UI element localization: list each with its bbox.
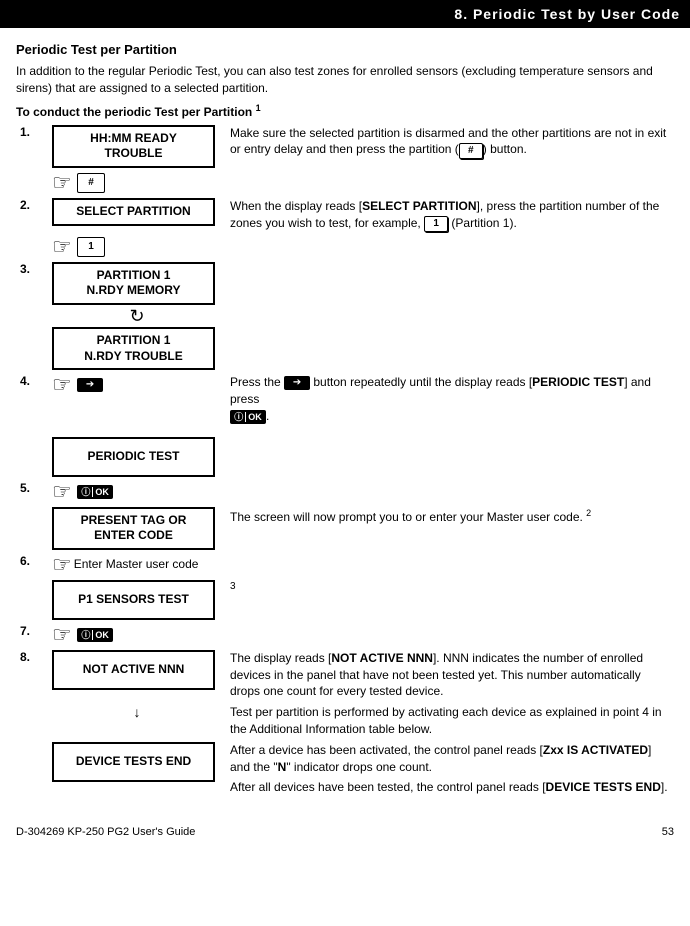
step-5b-display: PRESENT TAG ORENTER CODE [52,507,215,550]
ok-key-inline-icon: ⓘOK [230,410,266,424]
page-body: Periodic Test per Partition In addition … [0,28,690,804]
hash-key-icon: # [77,173,105,193]
ok-key-icon: ⓘOK [77,628,113,642]
step-5b-desc: The screen will now prompt you to or ent… [226,505,674,552]
step-7-number: 7. [16,622,48,648]
step-6-display-row: P1 SENSORS TEST 3 [16,578,674,622]
step-4-row: 4. ☞ ➔ Press the ➔ button repeatedly unt… [16,372,674,426]
step-7-row: 7. ☞ ⓘOK [16,622,674,648]
step-3-row: 3. PARTITION 1N.RDY MEMORY ↻ PARTITION 1… [16,260,674,372]
hand-pointer-icon: ☞ [52,554,72,576]
section-title: Periodic Test per Partition [16,42,674,57]
down-arrow-icon: ↓ [48,702,226,740]
step-2-action-row: ☞ 1 [16,234,674,260]
procedure-title-sup: 1 [256,103,261,113]
procedure-title-text: To conduct the periodic Test per Partiti… [16,105,252,119]
one-key-icon: 1 [77,237,105,257]
procedure-title: To conduct the periodic Test per Partiti… [16,103,674,119]
hand-pointer-icon: ☞ [52,236,72,258]
step-4-display-row: PERIODIC TEST [16,427,674,479]
step-8-number: 8. [16,648,48,702]
hand-pointer-icon: ☞ [52,172,72,194]
step-8-desc-p4: After all devices have been tested, the … [230,779,670,796]
hand-pointer-icon: ☞ [52,481,72,503]
step-1-desc-a: Make sure the selected partition is disa… [230,126,666,157]
step-3-display-b: PARTITION 1N.RDY TROUBLE [52,327,215,370]
ok-key-icon: ⓘOK [77,485,113,499]
step-6-number: 6. [16,552,48,578]
hash-key-inline-icon: # [459,143,483,159]
step-8-desc-p3: After a device has been activated, the c… [230,742,670,776]
step-4-desc-a: Press the [230,375,284,389]
step-4-desc-b: button repeatedly until the display read… [310,375,532,389]
step-4-display: PERIODIC TEST [52,437,215,477]
step-5-number: 5. [16,479,48,505]
page-footer: D-304269 KP-250 PG2 User's Guide 53 [0,820,690,846]
step-8-desc-p1: The display reads [NOT ACTIVE NNN]. NNN … [226,648,674,702]
step-2-row: 2. SELECT PARTITION When the display rea… [16,196,674,234]
chapter-header: 8. Periodic Test by User Code [0,0,690,28]
right-arrow-key-inline-icon: ➔ [284,376,310,390]
step-1-number: 1. [16,123,48,170]
step-8-display-end: DEVICE TESTS END [52,742,215,782]
step-5b-desc-a: The screen will now prompt you to or ent… [230,510,586,524]
step-2-desc-a: When the display reads [ [230,199,362,213]
hand-pointer-icon: ☞ [52,624,72,646]
step-8-desc-p2: Test per partition is performed by activ… [226,702,674,740]
step-8-display: NOT ACTIVE NNN [52,650,215,690]
hand-pointer-icon: ☞ [52,374,72,396]
intro-text: In addition to the regular Periodic Test… [16,63,674,97]
step-2-desc-bold: SELECT PARTITION [362,199,476,213]
step-6-sup: 3 [230,581,236,592]
step-8-arrow-row: ↓ Test per partition is performed by act… [16,702,674,740]
steps-table: 1. HH:MM READYTROUBLE Make sure the sele… [16,123,674,799]
step-6-display: P1 SENSORS TEST [52,580,215,620]
step-1-display: HH:MM READYTROUBLE [52,125,215,168]
right-arrow-key-icon: ➔ [77,378,103,392]
one-key-inline-icon: 1 [424,216,448,232]
step-5b-row: PRESENT TAG ORENTER CODE The screen will… [16,505,674,552]
step-2-desc: When the display reads [SELECT PARTITION… [226,196,674,234]
footer-page-number: 53 [662,826,674,838]
step-1-desc-b: ) button. [483,142,527,156]
footer-left: D-304269 KP-250 PG2 User's Guide [16,826,195,838]
step-1-desc: Make sure the selected partition is disa… [226,123,674,170]
step-6-action-text: Enter Master user code [74,557,199,571]
step-3-display-a: PARTITION 1N.RDY MEMORY [52,262,215,305]
step-8-row: 8. NOT ACTIVE NNN The display reads [NOT… [16,648,674,702]
step-4-desc: Press the ➔ button repeatedly until the … [226,372,674,426]
step-2-display: SELECT PARTITION [52,198,215,226]
step-4-number: 4. [16,372,48,426]
step-5-row: 5. ☞ ⓘOK [16,479,674,505]
cycle-arrows-icon: ↻ [52,305,222,327]
step-2-desc-c: (Partition 1). [448,216,517,230]
step-5b-sup: 2 [586,508,591,518]
step-8-end-row: DEVICE TESTS END After a device has been… [16,740,674,798]
step-3-number: 3. [16,260,48,372]
step-4-desc-bold: PERIODIC TEST [532,375,624,389]
step-1-row: 1. HH:MM READYTROUBLE Make sure the sele… [16,123,674,170]
step-1-action-row: ☞ # [16,170,674,196]
step-6-row: 6. ☞Enter Master user code [16,552,674,578]
step-2-number: 2. [16,196,48,234]
